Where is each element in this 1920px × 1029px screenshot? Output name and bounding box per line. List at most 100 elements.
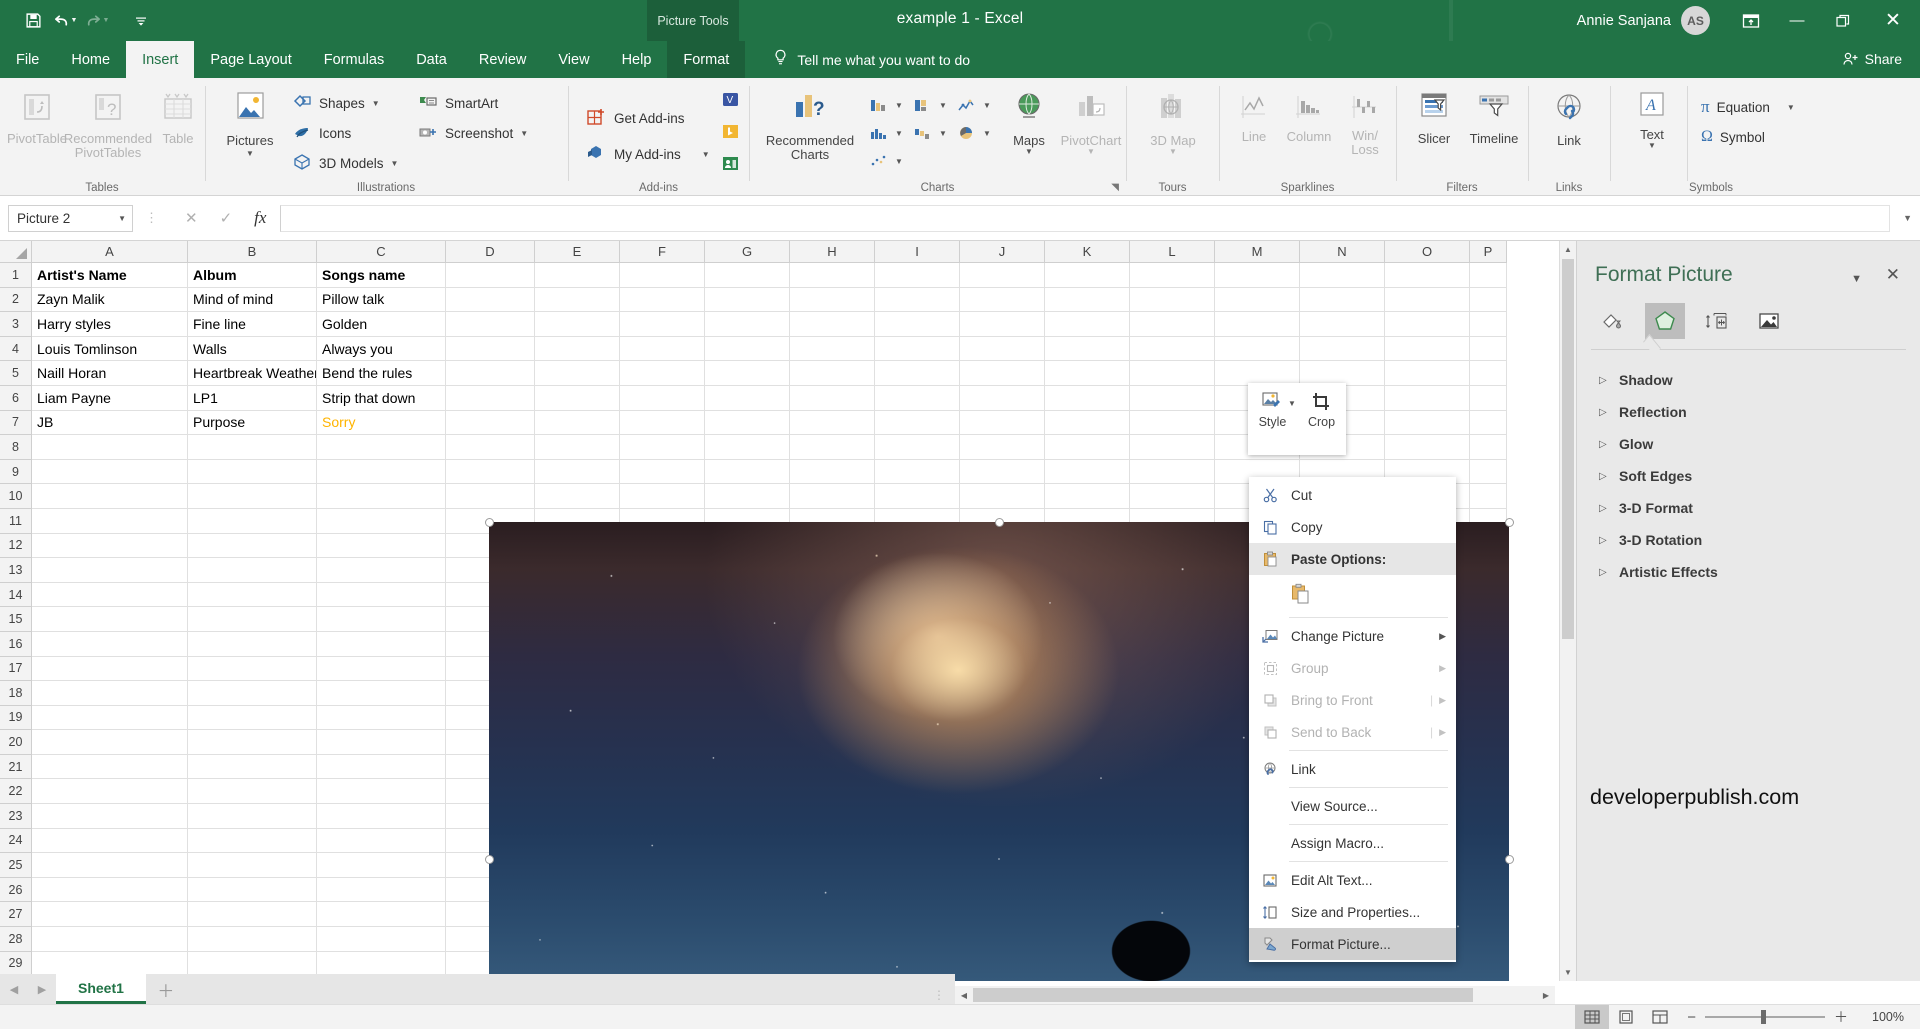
cell-E10[interactable] (535, 484, 620, 509)
cell-C21[interactable] (317, 754, 446, 780)
waterfall-caret[interactable]: ▼ (939, 129, 947, 138)
zoom-in-button[interactable]: ＋ (1834, 1007, 1848, 1027)
equation-button[interactable]: π Equation ▼ (1701, 92, 1795, 122)
cell-J1[interactable] (960, 263, 1045, 288)
cell-D7[interactable] (446, 410, 535, 436)
normal-view-icon[interactable] (1575, 1004, 1610, 1029)
cell-G8[interactable] (705, 435, 790, 460)
cell-I9[interactable] (875, 459, 960, 485)
name-box-caret[interactable]: ▼ (118, 214, 126, 223)
row-header-3[interactable]: 3 (0, 312, 32, 337)
cell-C18[interactable] (317, 681, 446, 706)
cell-C13[interactable] (317, 558, 446, 583)
cell-I6[interactable] (875, 385, 960, 411)
cell-A25[interactable] (32, 853, 188, 878)
tab-file[interactable]: File (0, 41, 55, 78)
selection-handle-ne[interactable] (1505, 518, 1514, 527)
cell-E6[interactable] (535, 385, 620, 411)
histogram-chart-button[interactable]: ▼ (868, 118, 912, 148)
cell-D10[interactable] (446, 484, 535, 509)
cell-K2[interactable] (1045, 287, 1130, 313)
tab-view[interactable]: View (542, 41, 605, 78)
page-break-preview-icon[interactable] (1643, 1005, 1677, 1029)
cell-E3[interactable] (535, 312, 620, 337)
tab-data[interactable]: Data (400, 41, 463, 78)
ribbon-display-options-icon[interactable] (1728, 0, 1774, 41)
cell-K9[interactable] (1045, 459, 1130, 485)
row-header-7[interactable]: 7 (0, 410, 32, 436)
cell-C11[interactable] (317, 508, 446, 534)
scroll-right-arrow-icon[interactable]: ▶ (1537, 991, 1555, 1000)
cell-F5[interactable] (620, 361, 705, 386)
cell-I5[interactable] (875, 361, 960, 386)
3d-models-dropdown-caret[interactable]: ▼ (391, 159, 399, 168)
cell-P6[interactable] (1470, 385, 1507, 411)
cell-C12[interactable] (317, 533, 446, 559)
maps-dropdown-caret[interactable]: ▼ (1025, 147, 1033, 157)
screenshot-dropdown-caret[interactable]: ▼ (520, 129, 528, 138)
cell-D2[interactable] (446, 287, 535, 313)
horizontal-scrollbar[interactable]: ◀ ▶ (955, 986, 1555, 1004)
symbol-button[interactable]: Ω Symbol (1701, 122, 1795, 152)
cancel-formula-icon[interactable]: ✕ (185, 209, 198, 227)
scroll-up-arrow-icon[interactable]: ▲ (1560, 241, 1576, 258)
column-header-O[interactable]: O (1385, 241, 1470, 263)
row-header-24[interactable]: 24 (0, 828, 32, 854)
cell-I3[interactable] (875, 312, 960, 337)
cell-G2[interactable] (705, 287, 790, 313)
cell-A4[interactable]: Louis Tomlinson (32, 336, 188, 362)
cell-A27[interactable] (32, 902, 188, 928)
cell-D8[interactable] (446, 435, 535, 460)
column-header-C[interactable]: C (317, 241, 446, 263)
cell-M4[interactable] (1215, 336, 1300, 362)
cell-A16[interactable] (32, 631, 188, 657)
cell-E1[interactable] (535, 263, 620, 288)
picture-style-button[interactable]: Style (1248, 383, 1297, 455)
column-chart-caret[interactable]: ▼ (895, 101, 903, 110)
cell-A2[interactable]: Zayn Malik (32, 287, 188, 313)
cell-B10[interactable] (188, 484, 317, 509)
column-header-G[interactable]: G (705, 241, 790, 263)
row-header-25[interactable]: 25 (0, 853, 32, 878)
task-pane-options-caret[interactable]: ▼ (1851, 273, 1862, 285)
tab-format[interactable]: Format (667, 41, 746, 78)
cell-M1[interactable] (1215, 263, 1300, 288)
zoom-slider-track[interactable] (1705, 1010, 1825, 1024)
cell-J5[interactable] (960, 361, 1045, 386)
cell-C22[interactable] (317, 779, 446, 805)
tab-insert[interactable]: Insert (126, 41, 195, 78)
pivottable-button[interactable]: PivotTable (6, 84, 68, 146)
cell-H9[interactable] (790, 459, 875, 485)
expand-triangle-icon[interactable]: ▷ (1599, 535, 1619, 546)
row-header-26[interactable]: 26 (0, 877, 32, 903)
context-menu-item-view-source[interactable]: View Source... (1249, 790, 1456, 822)
cell-B2[interactable]: Mind of mind (188, 287, 317, 313)
add-sheet-button[interactable]: ＋ (146, 977, 186, 1002)
cell-O5[interactable] (1385, 361, 1470, 386)
smartart-button[interactable]: SmartArt (418, 88, 528, 118)
cell-K7[interactable] (1045, 410, 1130, 436)
cell-L3[interactable] (1130, 312, 1215, 337)
cell-O1[interactable] (1385, 263, 1470, 288)
cell-B16[interactable] (188, 631, 317, 657)
cell-B13[interactable] (188, 558, 317, 583)
name-box[interactable]: Picture 2 ▼ (8, 204, 133, 232)
cell-B14[interactable] (188, 582, 317, 608)
share-button[interactable]: Share (1843, 51, 1902, 67)
cell-C6[interactable]: Strip that down (317, 385, 446, 411)
row-header-6[interactable]: 6 (0, 385, 32, 411)
row-header-23[interactable]: 23 (0, 804, 32, 829)
cell-N2[interactable] (1300, 287, 1385, 313)
column-header-H[interactable]: H (790, 241, 875, 263)
cell-A13[interactable] (32, 558, 188, 583)
row-header-18[interactable]: 18 (0, 681, 32, 706)
cell-L7[interactable] (1130, 410, 1215, 436)
cell-B11[interactable] (188, 508, 317, 534)
cell-F1[interactable] (620, 263, 705, 288)
close-button[interactable]: ✕ (1866, 0, 1920, 41)
cell-B9[interactable] (188, 459, 317, 485)
cell-F6[interactable] (620, 385, 705, 411)
cell-P7[interactable] (1470, 410, 1507, 436)
cell-A19[interactable] (32, 705, 188, 731)
3d-map-button[interactable]: 3D Map ▼ (1143, 84, 1203, 157)
